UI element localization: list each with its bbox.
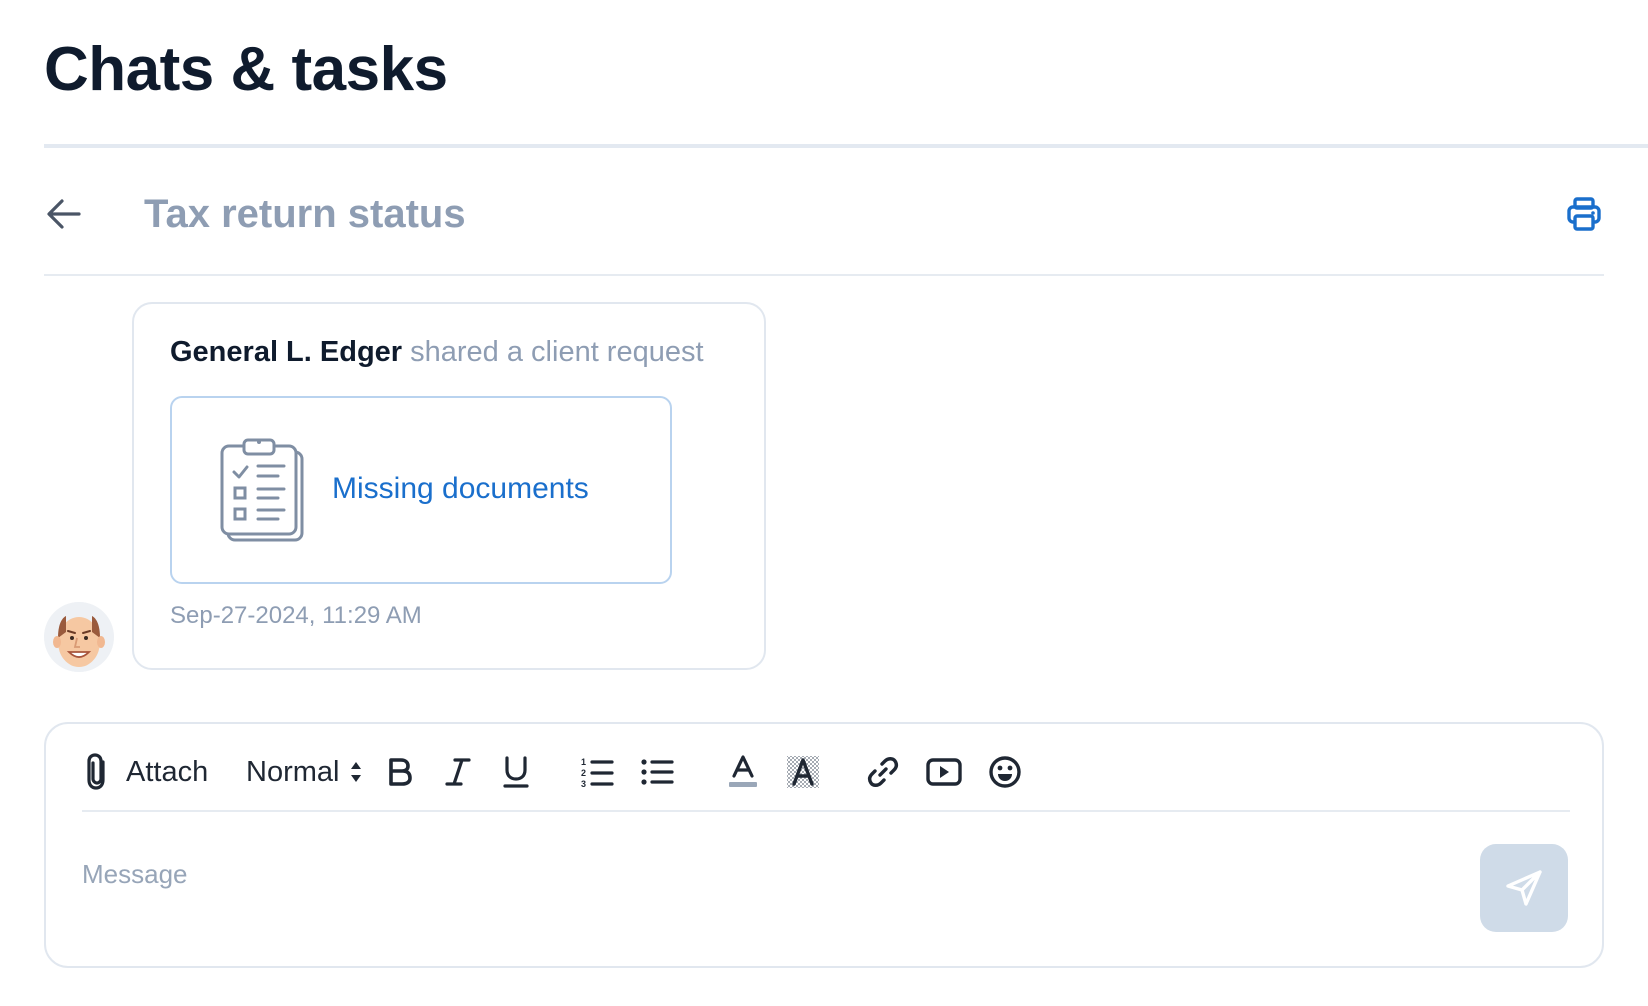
clipboard-checklist-icon (220, 438, 304, 542)
message-action-text: shared a client request (410, 336, 704, 368)
bold-button[interactable] (380, 750, 420, 794)
bold-icon (389, 758, 412, 786)
print-button[interactable] (1564, 194, 1604, 234)
request-link[interactable]: Missing documents (332, 472, 589, 506)
formatting-toolbar: Attach Normal 1 2 3 (82, 740, 1570, 812)
text-style-value: Normal (246, 755, 340, 788)
user-avatar (44, 602, 114, 672)
message-header: General L. Edger shared a client request (170, 336, 704, 369)
svg-text:3: 3 (581, 779, 586, 789)
thread-header: Tax return status (44, 180, 1604, 276)
text-style-select[interactable]: Normal (246, 750, 374, 794)
italic-button[interactable] (438, 750, 478, 794)
bullet-list-button[interactable] (636, 750, 678, 794)
title-divider (44, 144, 1648, 148)
svg-text:1: 1 (581, 757, 586, 767)
message-composer: Attach Normal 1 2 3 Message (44, 722, 1604, 968)
text-color-button[interactable] (722, 750, 764, 794)
link-button[interactable] (862, 750, 904, 794)
message-card: General L. Edger shared a client request… (132, 302, 766, 670)
back-button[interactable] (44, 194, 84, 234)
message-input[interactable] (82, 844, 1422, 904)
chats-page: Chats & tasks Tax return status General … (0, 0, 1648, 1006)
send-icon (1506, 870, 1542, 906)
paperclip-icon (87, 753, 105, 790)
avatar (44, 602, 114, 672)
send-button[interactable] (1480, 844, 1568, 932)
page-title: Chats & tasks (44, 35, 448, 104)
thread-title: Tax return status (144, 192, 466, 236)
underline-button[interactable] (496, 750, 536, 794)
highlight-icon (787, 756, 819, 788)
video-button[interactable] (922, 750, 966, 794)
video-icon (926, 758, 962, 786)
text-color-icon (729, 755, 757, 787)
link-icon (867, 757, 899, 787)
ordered-list-button[interactable]: 1 2 3 (576, 750, 618, 794)
highlight-button[interactable] (782, 750, 824, 794)
message-timestamp: Sep-27-2024, 11:29 AM (170, 602, 422, 629)
attach-label: Attach (126, 755, 209, 788)
ordered-list-icon: 1 2 3 (581, 757, 614, 789)
sender-name: General L. Edger (170, 336, 403, 368)
select-arrows-icon (351, 762, 362, 782)
italic-icon (445, 758, 471, 786)
svg-text:2: 2 (581, 768, 586, 778)
printer-icon (1567, 197, 1601, 231)
attach-button[interactable]: Attach (82, 750, 232, 794)
emoji-icon (989, 756, 1021, 788)
arrow-left-icon (47, 199, 81, 229)
bullet-list-icon (641, 759, 674, 785)
client-request-card[interactable]: Missing documents (170, 396, 672, 584)
emoji-button[interactable] (984, 750, 1026, 794)
underline-icon (503, 756, 529, 788)
